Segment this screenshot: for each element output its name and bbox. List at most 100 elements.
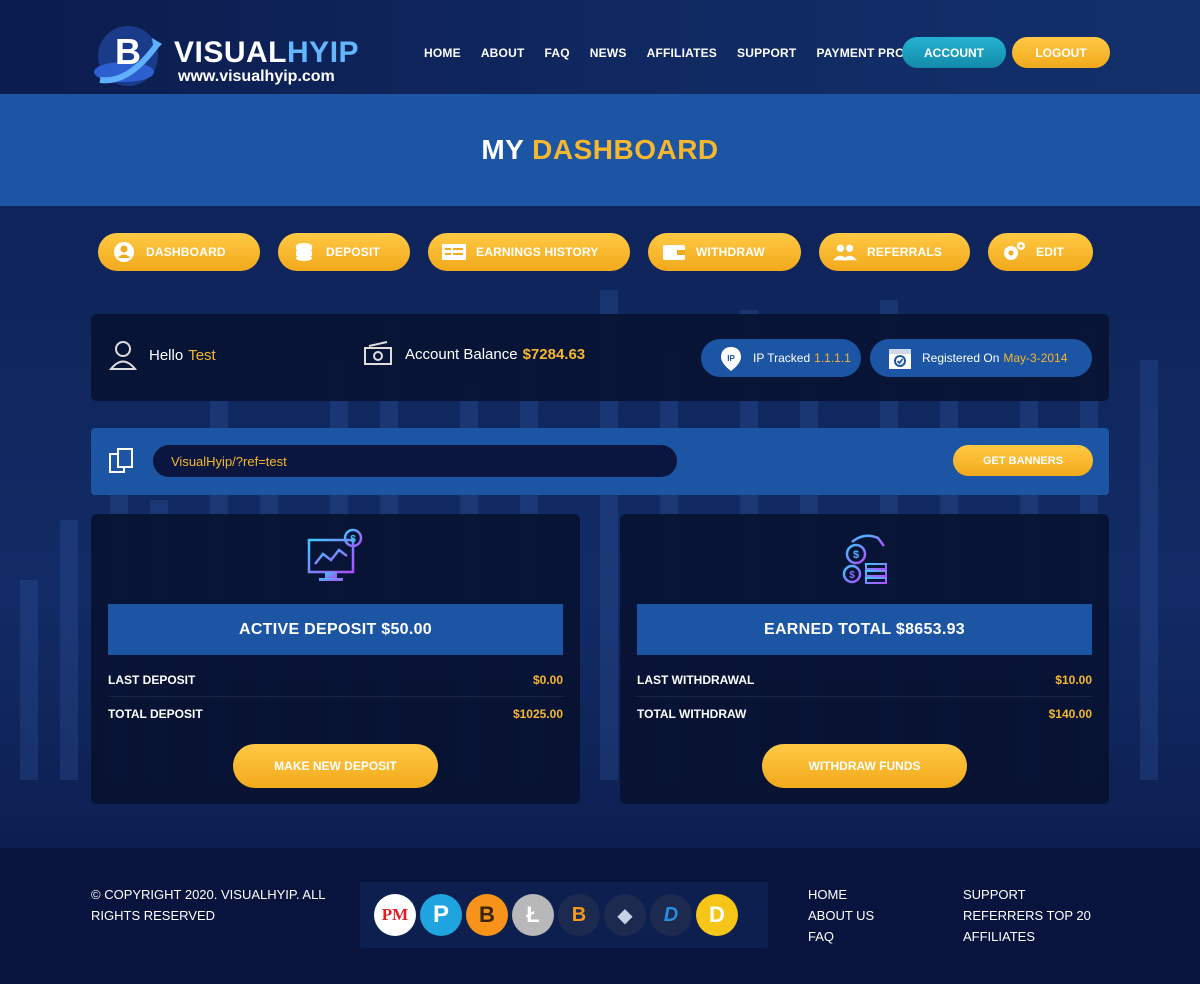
- nav-home[interactable]: HOME: [424, 46, 461, 60]
- footer-link-referrers-top-20[interactable]: REFERRERS TOP 20: [963, 905, 1091, 926]
- gears-icon: [1002, 240, 1026, 264]
- site-header: B VISUALHYIP www.visualhyip.com HOME ABO…: [0, 0, 1200, 94]
- perfect-money-icon: PM: [374, 894, 416, 936]
- total-withdraw-value: $140.00: [1048, 706, 1092, 721]
- account-info-panel: Hello Test Account Balance $7284.63 IP I…: [91, 314, 1109, 401]
- payment-methods: PM P B Ł B ◆ D D: [360, 882, 768, 948]
- main-nav: HOME ABOUT FAQ NEWS AFFILIATES SUPPORT P…: [424, 46, 942, 60]
- site-logo[interactable]: B VISUALHYIP www.visualhyip.com: [94, 22, 364, 94]
- user-circle-icon: [112, 240, 136, 264]
- cash-icon: [364, 341, 392, 365]
- total-withdraw-row: TOTAL WITHDRAW $140.00: [637, 697, 1092, 730]
- ethereum-icon: ◆: [604, 894, 646, 936]
- footer-link-about-us[interactable]: ABOUT US: [808, 905, 874, 926]
- total-deposit-value: $1025.00: [512, 706, 563, 721]
- svg-text:$: $: [853, 549, 859, 561]
- tab-earnings-history[interactable]: EARNINGS HISTORY: [428, 233, 630, 271]
- copy-icon[interactable]: [107, 446, 137, 476]
- logo-url: www.visualhyip.com: [178, 68, 335, 85]
- nav-news[interactable]: NEWS: [590, 46, 627, 60]
- bitcoin-icon: B: [466, 894, 508, 936]
- dash-icon: D: [650, 894, 692, 936]
- tab-referrals[interactable]: REFERRALS: [819, 233, 970, 271]
- last-deposit-label: LAST DEPOSIT: [108, 673, 196, 687]
- tab-earnings-history-label: EARNINGS HISTORY: [476, 245, 599, 259]
- ip-value: 1.1.1.1: [814, 351, 851, 365]
- users-icon: [833, 240, 857, 264]
- registered-value: May-3-2014: [1003, 351, 1068, 365]
- footer-link-affiliates[interactable]: AFFILIATES: [963, 926, 1091, 947]
- account-balance: Account Balance $7284.63: [363, 340, 585, 368]
- tab-deposit[interactable]: DEPOSIT: [278, 233, 410, 271]
- tab-edit[interactable]: EDIT: [988, 233, 1093, 271]
- total-withdraw-label: TOTAL WITHDRAW: [637, 706, 747, 721]
- tab-withdraw[interactable]: WITHDRAW: [648, 233, 801, 271]
- registered-badge: Registered On May-3-2014: [870, 339, 1092, 377]
- logout-button[interactable]: LOGOUT: [1012, 37, 1110, 68]
- svg-text:$: $: [350, 534, 356, 545]
- page-title: MY DASHBOARD: [481, 134, 718, 166]
- litecoin-icon: Ł: [512, 894, 554, 936]
- page-title-band: MY DASHBOARD: [0, 94, 1200, 206]
- ip-tracked-badge: IP IP Tracked 1.1.1.1: [701, 339, 861, 377]
- nav-support[interactable]: SUPPORT: [737, 46, 796, 60]
- money-bag-hand-icon: $ $: [842, 534, 887, 584]
- tab-deposit-label: DEPOSIT: [326, 245, 381, 259]
- dashboard-page: B VISUALHYIP www.visualhyip.com HOME ABO…: [0, 0, 1200, 984]
- tab-dashboard[interactable]: DASHBOARD: [98, 233, 260, 271]
- registered-label: Registered On: [922, 351, 1000, 365]
- footer-links-col1: HOME ABOUT US FAQ: [808, 884, 874, 947]
- svg-text:$: $: [849, 570, 855, 581]
- earned-total-headline: EARNED TOTAL $8653.93: [637, 604, 1092, 655]
- referral-link-input[interactable]: [153, 445, 677, 477]
- withdraw-funds-button[interactable]: WITHDRAW FUNDS: [762, 744, 967, 788]
- footer-links-col2: SUPPORT REFERRERS TOP 20 AFFILIATES: [963, 884, 1091, 947]
- monitor-chart-icon: $: [307, 528, 363, 581]
- last-withdrawal-row: LAST WITHDRAWAL $10.00: [637, 664, 1092, 697]
- history-icon: [442, 240, 466, 264]
- coins-icon: [292, 240, 316, 264]
- logo-bitcoin-arrow-icon: B: [94, 26, 162, 86]
- greeting-label: Hello: [149, 346, 184, 364]
- calendar-check-icon: [888, 346, 912, 370]
- total-deposit-label: TOTAL DEPOSIT: [108, 706, 203, 721]
- user-avatar-icon: [109, 341, 137, 370]
- last-withdrawal-label: LAST WITHDRAWAL: [637, 673, 755, 687]
- ip-label: IP Tracked: [753, 351, 811, 365]
- dogecoin-icon: D: [696, 894, 738, 936]
- tab-edit-label: EDIT: [1036, 245, 1065, 259]
- balance-label: Account Balance: [405, 345, 518, 363]
- bitcoin-cash-icon: B: [558, 894, 600, 936]
- page-title-part2: DASHBOARD: [532, 134, 719, 165]
- svg-text:IP: IP: [727, 354, 735, 363]
- footer-link-support[interactable]: SUPPORT: [963, 884, 1091, 905]
- referral-link-panel: GET BANNERS: [91, 428, 1109, 495]
- last-deposit-row: LAST DEPOSIT $0.00: [108, 664, 563, 697]
- account-button[interactable]: ACCOUNT: [902, 37, 1006, 68]
- dashboard-tabs: DASHBOARD DEPOSIT EARNINGS HISTORY WITHD…: [98, 233, 1098, 271]
- last-withdrawal-value: $10.00: [1055, 673, 1092, 687]
- balance-value: $7284.63: [522, 345, 586, 363]
- payeer-icon: P: [420, 894, 462, 936]
- username: Test: [188, 346, 216, 364]
- footer-link-faq[interactable]: FAQ: [808, 926, 874, 947]
- copyright-text: © COPYRIGHT 2020. VISUALHYIP. ALL RIGHTS…: [91, 887, 326, 923]
- earned-total-card: $ $ EARNED TOTAL $8653.93 LAST WITHDRAWA…: [620, 514, 1109, 804]
- ip-location-icon: IP: [719, 346, 743, 371]
- logo-title-part2: HYIP: [287, 36, 360, 69]
- active-deposit-card: $ ACTIVE DEPOSIT $50.00 LAST DEPOSIT $0.…: [91, 514, 580, 804]
- nav-affiliates[interactable]: AFFILIATES: [647, 46, 717, 60]
- footer-link-home[interactable]: HOME: [808, 884, 874, 905]
- nav-about[interactable]: ABOUT: [481, 46, 525, 60]
- make-new-deposit-button[interactable]: MAKE NEW DEPOSIT: [233, 744, 438, 788]
- tab-referrals-label: REFERRALS: [867, 245, 943, 259]
- nav-faq[interactable]: FAQ: [544, 46, 569, 60]
- get-banners-button[interactable]: GET BANNERS: [953, 445, 1093, 476]
- last-deposit-value: $0.00: [532, 673, 563, 687]
- total-deposit-row: TOTAL DEPOSIT $1025.00: [108, 697, 563, 730]
- active-deposit-headline: ACTIVE DEPOSIT $50.00: [108, 604, 563, 655]
- greeting: Hello Test: [109, 340, 216, 370]
- tab-withdraw-label: WITHDRAW: [696, 245, 765, 259]
- page-title-part1: MY: [481, 134, 524, 165]
- logo-title-part1: VISUAL: [174, 36, 288, 69]
